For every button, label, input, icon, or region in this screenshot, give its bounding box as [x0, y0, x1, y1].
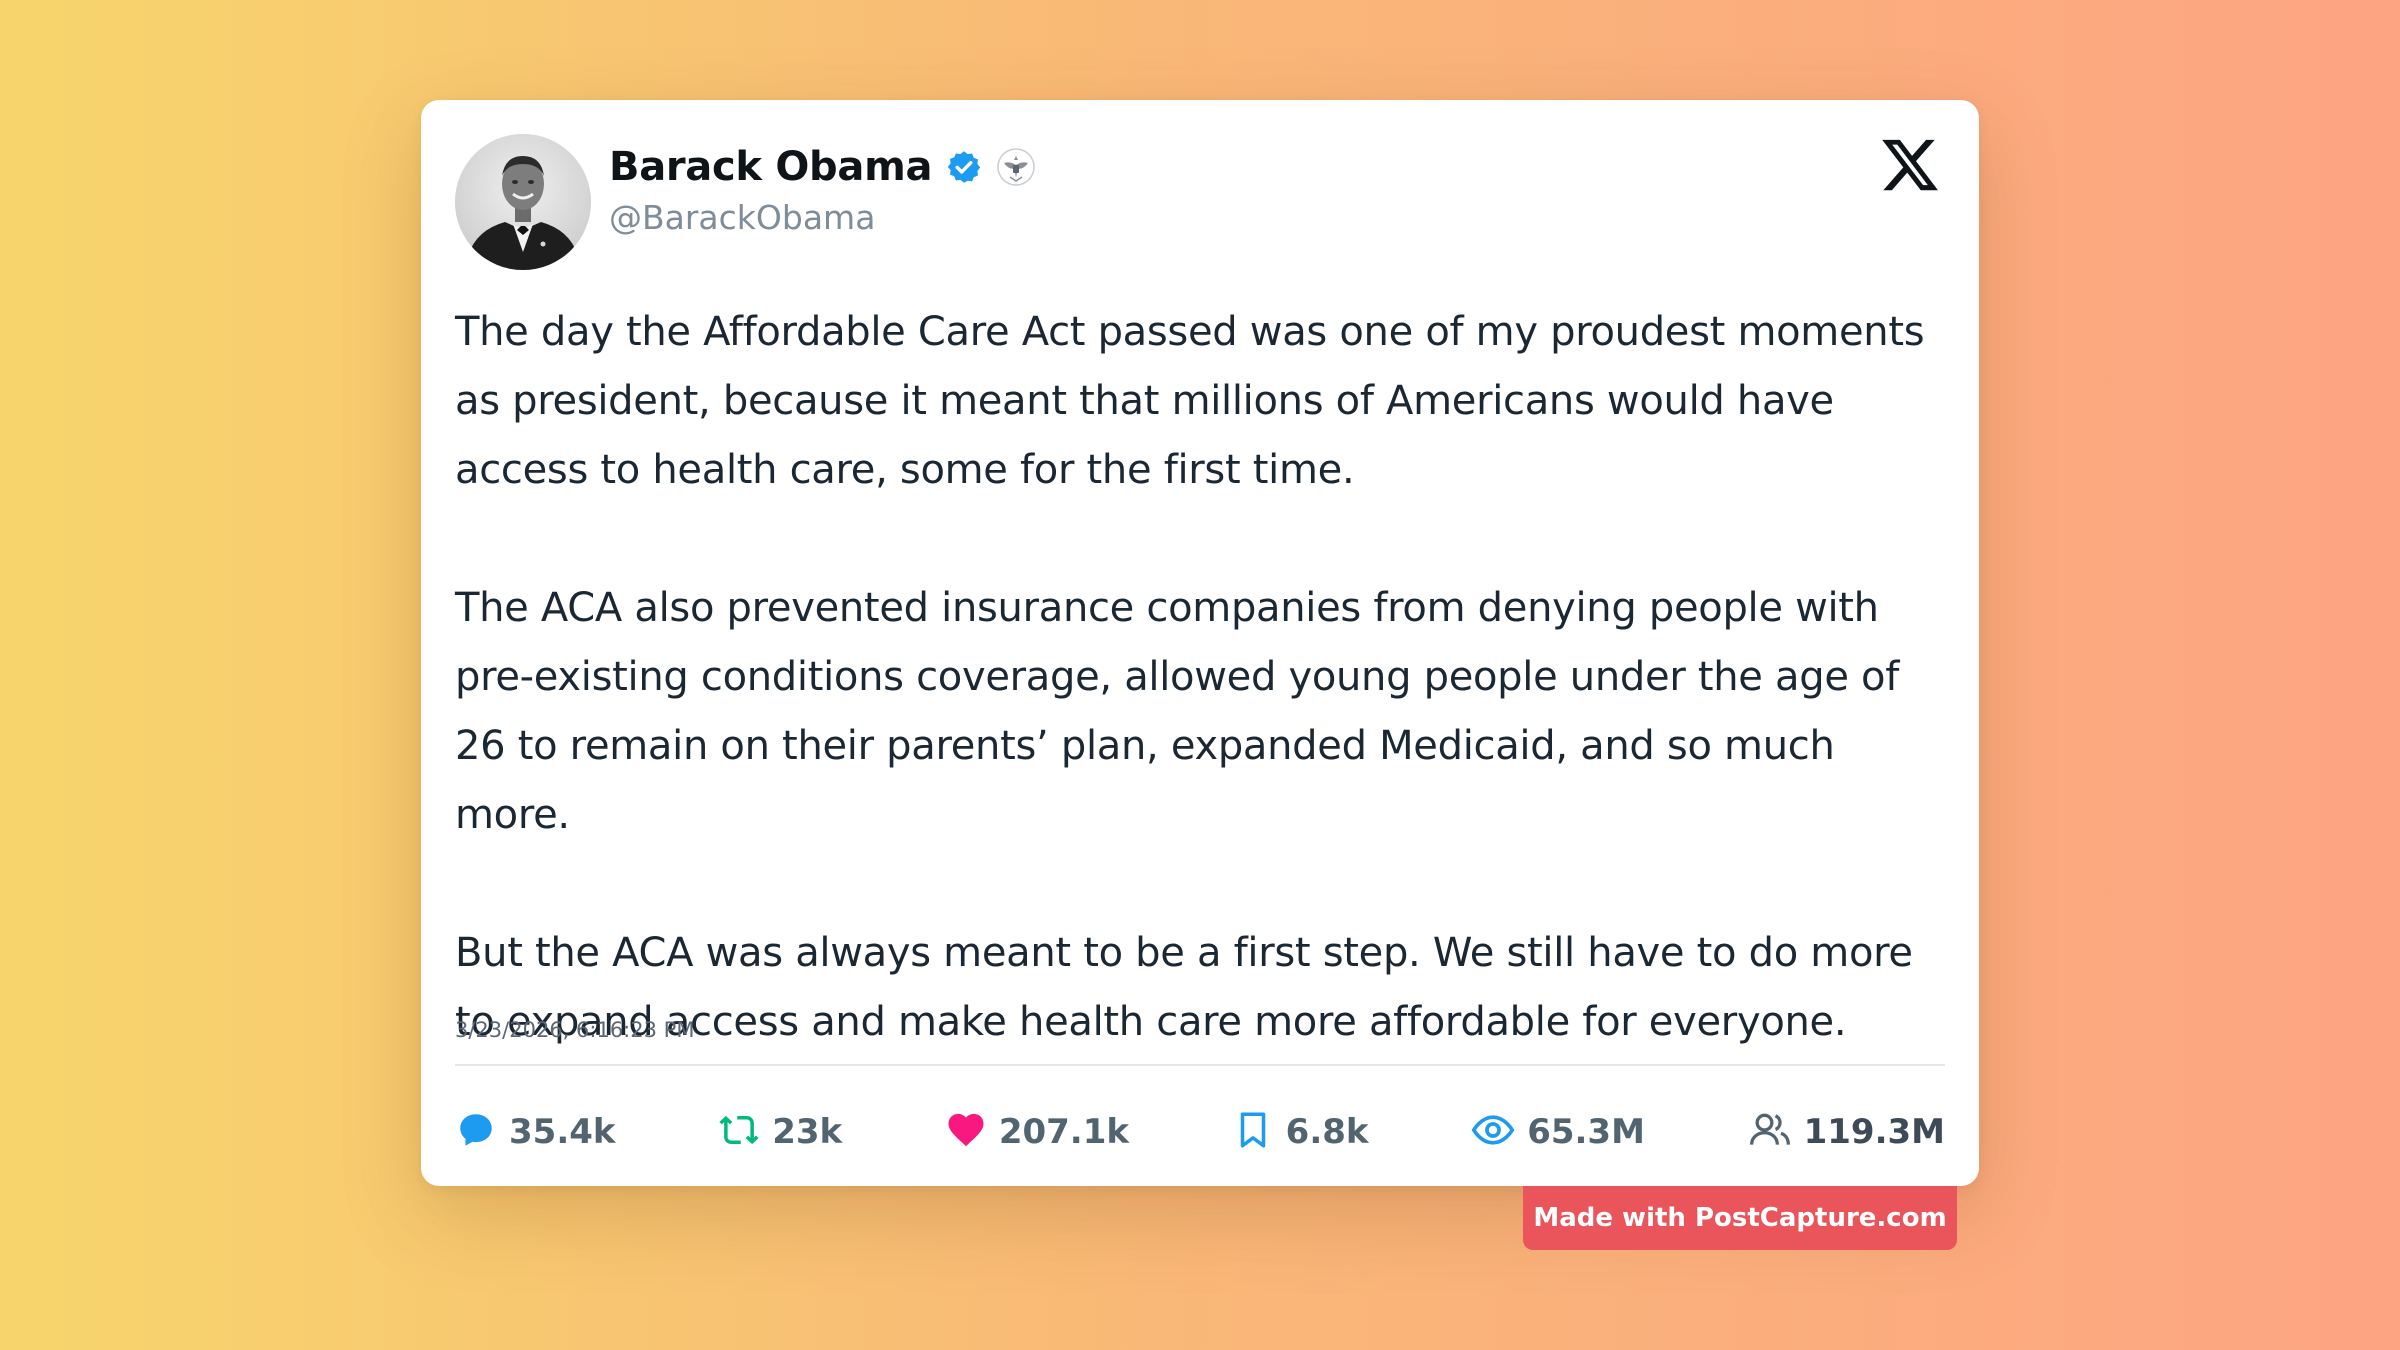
like-count: 207.1k — [998, 1112, 1129, 1152]
retweet-count: 23k — [772, 1112, 843, 1152]
views-count: 65.3M — [1527, 1112, 1645, 1152]
like-button[interactable]: 207.1k — [945, 1109, 1129, 1155]
government-seal-icon — [996, 147, 1036, 187]
views-stat[interactable]: 65.3M — [1471, 1108, 1645, 1156]
tweet-paragraph: The day the Affordable Care Act passed w… — [455, 309, 1925, 493]
author-name-row: Barack Obama — [609, 140, 1036, 194]
verified-badge-icon — [946, 149, 982, 185]
tweet-paragraph: The ACA also prevented insurance compani… — [455, 585, 1900, 838]
author-name[interactable]: Barack Obama — [609, 144, 932, 190]
reply-icon — [455, 1109, 497, 1155]
author-handle[interactable]: @BarackObama — [609, 198, 875, 237]
stats-bar: 35.4k 23k 207.1k 6.8k 65.3M 119.3M — [455, 1102, 1945, 1162]
tweet-card: Barack Obama @BarackObama The day the Af… — [421, 100, 1979, 1186]
divider — [455, 1064, 1945, 1066]
eye-icon — [1471, 1108, 1515, 1156]
bookmark-count: 6.8k — [1285, 1112, 1369, 1152]
postcapture-watermark[interactable]: Made with PostCapture.com — [1523, 1186, 1957, 1250]
tweet-timestamp[interactable]: 3/23/2026, 6:16:23 PM — [455, 1018, 694, 1042]
users-icon — [1748, 1108, 1792, 1156]
retweet-icon — [718, 1109, 760, 1155]
x-logo-icon[interactable] — [1879, 134, 1941, 196]
avatar[interactable] — [455, 134, 591, 270]
reply-button[interactable]: 35.4k — [455, 1109, 616, 1155]
tweet-text: The day the Affordable Care Act passed w… — [455, 298, 1955, 1057]
reply-count: 35.4k — [509, 1112, 616, 1152]
bookmark-icon — [1232, 1109, 1274, 1155]
followers-stat[interactable]: 119.3M — [1748, 1108, 1945, 1156]
followers-count: 119.3M — [1803, 1112, 1945, 1152]
bookmark-button[interactable]: 6.8k — [1232, 1109, 1369, 1155]
heart-icon — [945, 1109, 987, 1155]
retweet-button[interactable]: 23k — [718, 1109, 842, 1155]
